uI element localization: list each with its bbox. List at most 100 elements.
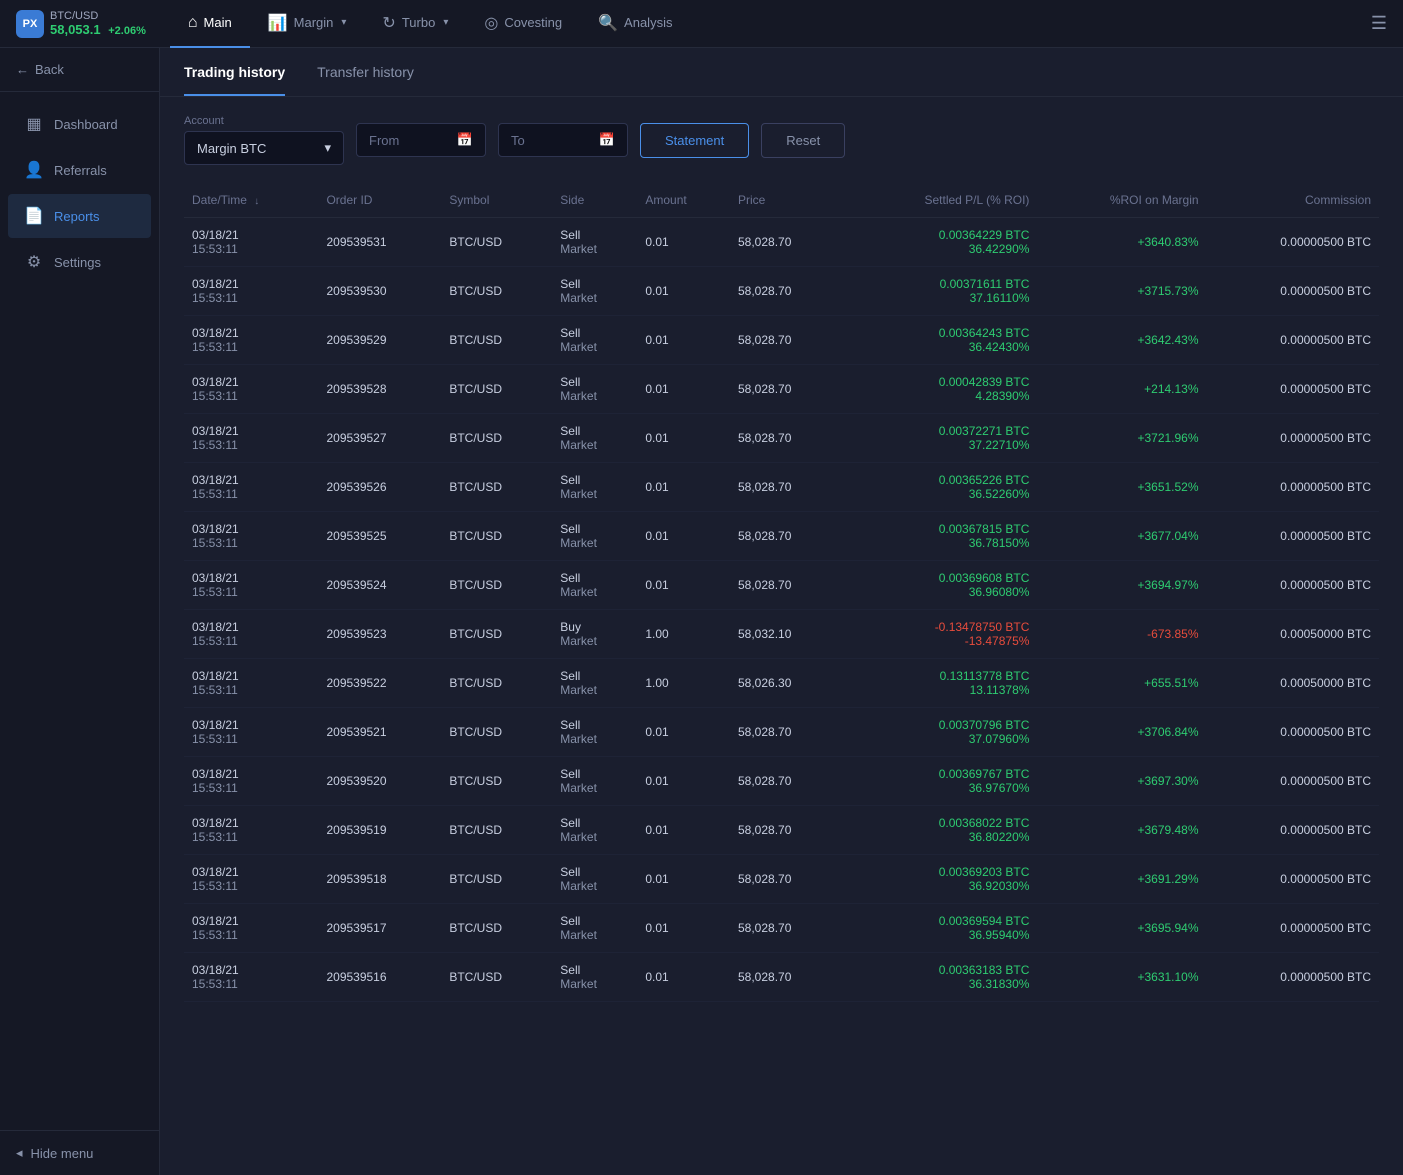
hide-menu-button[interactable]: ◂ Hide menu	[0, 1130, 159, 1175]
cell-symbol: BTC/USD	[441, 512, 552, 561]
to-date-input[interactable]: To 📅	[498, 123, 628, 157]
logo[interactable]: PX BTC/USD 58,053.1 +2.06%	[16, 10, 146, 38]
cell-commission: 0.00000500 BTC	[1207, 267, 1379, 316]
cell-price: 58,028.70	[730, 512, 842, 561]
cell-orderid: 209539523	[318, 610, 441, 659]
cell-pnl: 0.00369767 BTC 36.97670%	[842, 757, 1037, 806]
sidebar-items: ▦ Dashboard 👤 Referrals 📄 Reports ⚙ Sett…	[0, 92, 159, 1130]
cell-datetime: 03/18/21 15:53:11	[184, 561, 318, 610]
cell-datetime: 03/18/21 15:53:11	[184, 953, 318, 1002]
nav-item-main[interactable]: ⌂ Main	[170, 0, 250, 48]
layout: ← Back ▦ Dashboard 👤 Referrals 📄 Reports…	[0, 48, 1403, 1175]
to-calendar-icon: 📅	[599, 132, 615, 148]
cell-commission: 0.00000500 BTC	[1207, 708, 1379, 757]
cell-pnl: 0.00364229 BTC 36.42290%	[842, 218, 1037, 267]
cell-amount: 0.01	[637, 953, 730, 1002]
cell-amount: 0.01	[637, 561, 730, 610]
cell-roi: +3691.29%	[1037, 855, 1206, 904]
cell-symbol: BTC/USD	[441, 218, 552, 267]
filters-row: Account Margin BTC ▾ From 📅 To 📅 Stateme…	[160, 97, 1403, 183]
cell-datetime: 03/18/21 15:53:11	[184, 806, 318, 855]
cell-side: Sell Market	[552, 953, 637, 1002]
table-row: 03/18/21 15:53:11 209539519 BTC/USD Sell…	[184, 806, 1379, 855]
cell-side: Sell Market	[552, 904, 637, 953]
cell-price: 58,032.10	[730, 610, 842, 659]
cell-side: Buy Market	[552, 610, 637, 659]
hamburger-menu-button[interactable]: ☰	[1371, 13, 1387, 34]
col-price: Price	[730, 183, 842, 218]
cell-orderid: 209539520	[318, 757, 441, 806]
cell-roi: +3679.48%	[1037, 806, 1206, 855]
cell-commission: 0.00000500 BTC	[1207, 414, 1379, 463]
nav-item-turbo[interactable]: ↻ Turbo ▾	[364, 0, 466, 48]
table-row: 03/18/21 15:53:11 209539529 BTC/USD Sell…	[184, 316, 1379, 365]
cell-side: Sell Market	[552, 463, 637, 512]
table-header: Date/Time ↓ Order ID Symbol Side Amount …	[184, 183, 1379, 218]
cell-side: Sell Market	[552, 806, 637, 855]
cell-orderid: 209539529	[318, 316, 441, 365]
cell-commission: 0.00000500 BTC	[1207, 757, 1379, 806]
cell-price: 58,028.70	[730, 855, 842, 904]
cell-commission: 0.00000500 BTC	[1207, 904, 1379, 953]
nav-item-margin[interactable]: 📊 Margin ▾	[250, 0, 365, 48]
cell-side: Sell Market	[552, 365, 637, 414]
trading-history-table: Date/Time ↓ Order ID Symbol Side Amount …	[184, 183, 1379, 1002]
cell-price: 58,028.70	[730, 414, 842, 463]
tab-transfer-history[interactable]: Transfer history	[317, 48, 414, 96]
table-row: 03/18/21 15:53:11 209539517 BTC/USD Sell…	[184, 904, 1379, 953]
cell-side: Sell Market	[552, 267, 637, 316]
reset-button[interactable]: Reset	[761, 123, 845, 158]
cell-orderid: 209539526	[318, 463, 441, 512]
cell-roi: +3721.96%	[1037, 414, 1206, 463]
sidebar-item-reports[interactable]: 📄 Reports	[8, 194, 151, 238]
back-button[interactable]: ← Back	[0, 48, 159, 92]
cell-amount: 0.01	[637, 757, 730, 806]
cell-pnl: 0.00372271 BTC 37.22710%	[842, 414, 1037, 463]
account-label: Account	[184, 115, 344, 127]
tabs-bar: Trading history Transfer history	[160, 48, 1403, 97]
sidebar-item-settings[interactable]: ⚙ Settings	[8, 240, 151, 284]
cell-side: Sell Market	[552, 855, 637, 904]
cell-pnl: 0.00369608 BTC 36.96080%	[842, 561, 1037, 610]
statement-button[interactable]: Statement	[640, 123, 749, 158]
from-date-input[interactable]: From 📅	[356, 123, 486, 157]
cell-roi: +214.13%	[1037, 365, 1206, 414]
table-row: 03/18/21 15:53:11 209539531 BTC/USD Sell…	[184, 218, 1379, 267]
cell-datetime: 03/18/21 15:53:11	[184, 904, 318, 953]
tab-trading-history[interactable]: Trading history	[184, 48, 285, 96]
cell-side: Sell Market	[552, 218, 637, 267]
cell-roi: +3715.73%	[1037, 267, 1206, 316]
dashboard-icon: ▦	[24, 114, 44, 134]
cell-datetime: 03/18/21 15:53:11	[184, 463, 318, 512]
cell-pnl: 0.00364243 BTC 36.42430%	[842, 316, 1037, 365]
cell-commission: 0.00000500 BTC	[1207, 512, 1379, 561]
cell-roi: +3640.83%	[1037, 218, 1206, 267]
sidebar-item-dashboard[interactable]: ▦ Dashboard	[8, 102, 151, 146]
table-row: 03/18/21 15:53:11 209539526 BTC/USD Sell…	[184, 463, 1379, 512]
cell-datetime: 03/18/21 15:53:11	[184, 610, 318, 659]
cell-amount: 0.01	[637, 512, 730, 561]
table-row: 03/18/21 15:53:11 209539527 BTC/USD Sell…	[184, 414, 1379, 463]
sidebar-item-referrals[interactable]: 👤 Referrals	[8, 148, 151, 192]
cell-pnl: 0.00371611 BTC 37.16110%	[842, 267, 1037, 316]
cell-price: 58,028.70	[730, 267, 842, 316]
cell-symbol: BTC/USD	[441, 414, 552, 463]
cell-commission: 0.00000500 BTC	[1207, 561, 1379, 610]
nav-item-analysis[interactable]: 🔍 Analysis	[580, 0, 690, 48]
cell-price: 58,028.70	[730, 904, 842, 953]
nav-item-covesting[interactable]: ◎ Covesting	[466, 0, 580, 48]
sidebar: ← Back ▦ Dashboard 👤 Referrals 📄 Reports…	[0, 48, 160, 1175]
cell-datetime: 03/18/21 15:53:11	[184, 659, 318, 708]
cell-datetime: 03/18/21 15:53:11	[184, 414, 318, 463]
referrals-icon: 👤	[24, 160, 44, 180]
cell-datetime: 03/18/21 15:53:11	[184, 757, 318, 806]
cell-datetime: 03/18/21 15:53:11	[184, 267, 318, 316]
cell-commission: 0.00000500 BTC	[1207, 316, 1379, 365]
cell-pnl: 0.13113778 BTC 13.11378%	[842, 659, 1037, 708]
trading-history-table-container: Date/Time ↓ Order ID Symbol Side Amount …	[160, 183, 1403, 1175]
logo-icon: PX	[16, 10, 44, 38]
cell-symbol: BTC/USD	[441, 610, 552, 659]
cell-datetime: 03/18/21 15:53:11	[184, 316, 318, 365]
hide-menu-arrow-icon: ◂	[16, 1145, 23, 1161]
account-select[interactable]: Margin BTC ▾	[184, 131, 344, 165]
